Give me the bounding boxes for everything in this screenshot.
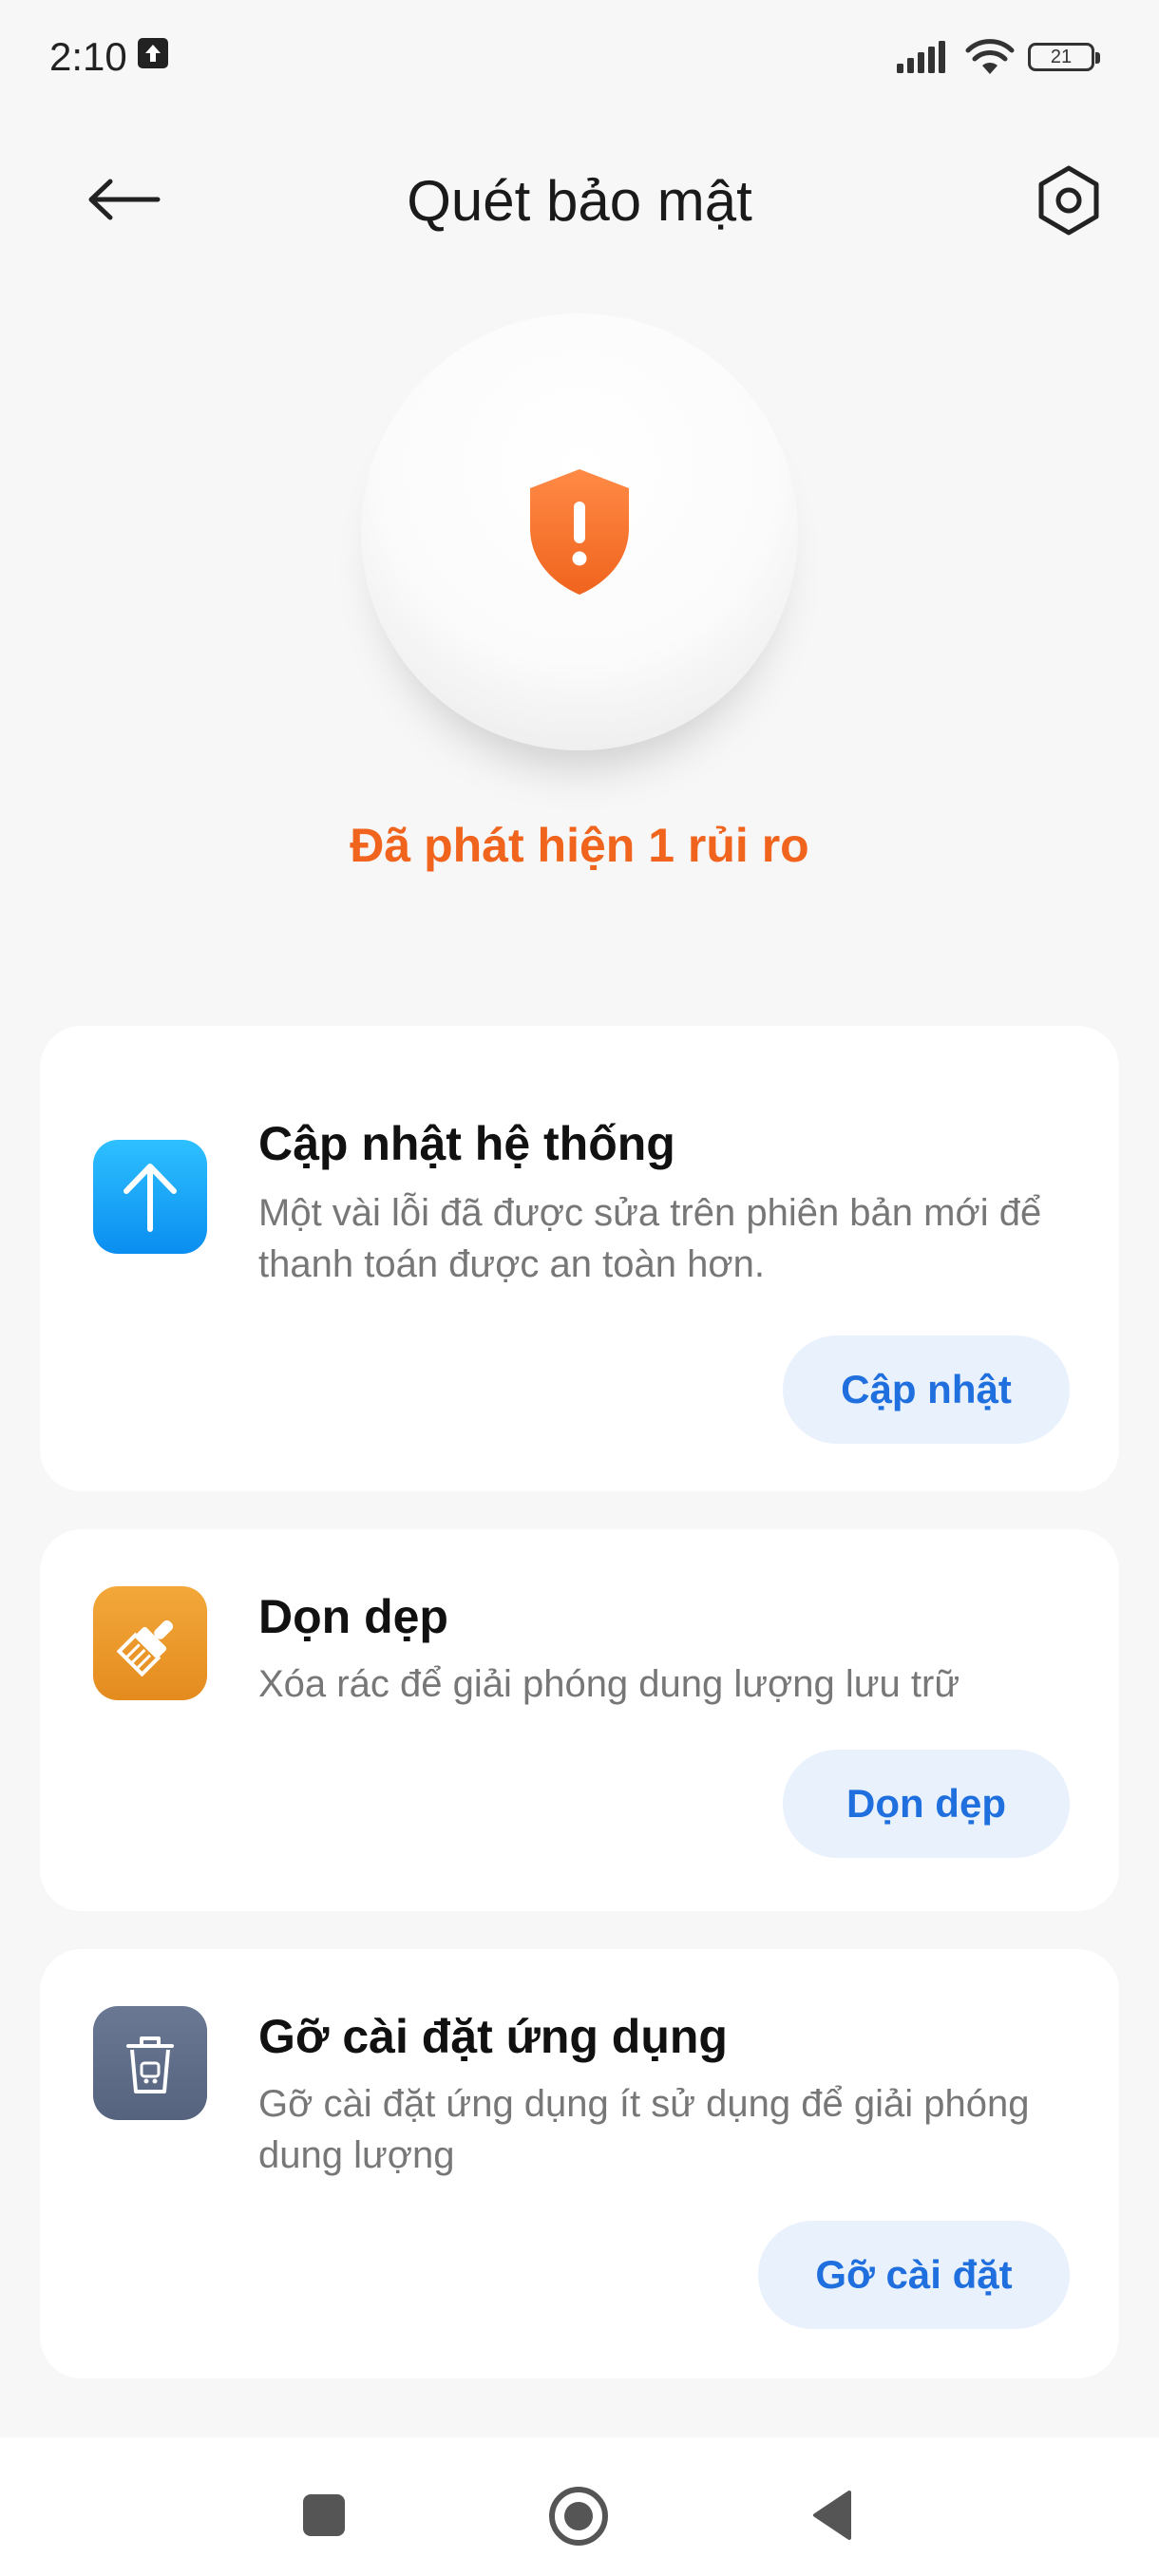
- card-title: Gỡ cài đặt ứng dụng: [258, 2010, 728, 2063]
- recents-button[interactable]: [303, 2494, 345, 2536]
- card-title: Dọn dẹp: [258, 1590, 448, 1643]
- brush-icon: [93, 1586, 207, 1700]
- home-button[interactable]: [545, 2483, 612, 2549]
- gear-icon: [1038, 165, 1099, 236]
- cleanup-button[interactable]: Dọn dẹp: [783, 1750, 1070, 1858]
- card-description: Xóa rác để giải phóng dung lượng lưu trữ: [258, 1663, 960, 1705]
- trash-icon: [93, 2006, 207, 2120]
- upload-icon: [138, 38, 168, 68]
- risk-summary: Đã phát hiện 1 rủi ro: [350, 819, 809, 872]
- battery-level: 21: [1050, 46, 1073, 67]
- update-button[interactable]: Cập nhật: [783, 1335, 1070, 1444]
- settings-button[interactable]: [1026, 158, 1112, 243]
- shield-warning-icon: [530, 469, 629, 595]
- system-update-card: Cập nhật hệ thống Một vài lỗi đã được sử…: [40, 1026, 1119, 1491]
- card-description: Một vài lỗi đã được sửa trên phiên bản m…: [258, 1192, 1042, 1285]
- cleanup-card: Dọn dẹp Xóa rác để giải phóng dung lượng…: [40, 1529, 1119, 1911]
- card-title: Cập nhật hệ thống: [258, 1117, 675, 1170]
- status-icons: 21: [895, 36, 1100, 78]
- arrow-up-icon: [93, 1140, 207, 1254]
- page-title: Quét bảo mật: [407, 169, 752, 233]
- card-description: Gỡ cài đặt ứng dụng ít sử dụng để giải p…: [258, 2083, 1030, 2176]
- system-nav-bar: [0, 2437, 1159, 2576]
- uninstall-apps-card: Gỡ cài đặt ứng dụng Gỡ cài đặt ứng dụng …: [40, 1949, 1119, 2378]
- nav-back-button[interactable]: [808, 2487, 855, 2544]
- status-time: 2:10: [49, 34, 127, 79]
- wifi-icon: [965, 39, 1015, 74]
- uninstall-button[interactable]: Gỡ cài đặt: [758, 2221, 1070, 2329]
- signal-icon: [897, 41, 945, 73]
- battery-icon: 21: [1028, 43, 1100, 71]
- status-bar: 2:10 21: [0, 0, 1159, 114]
